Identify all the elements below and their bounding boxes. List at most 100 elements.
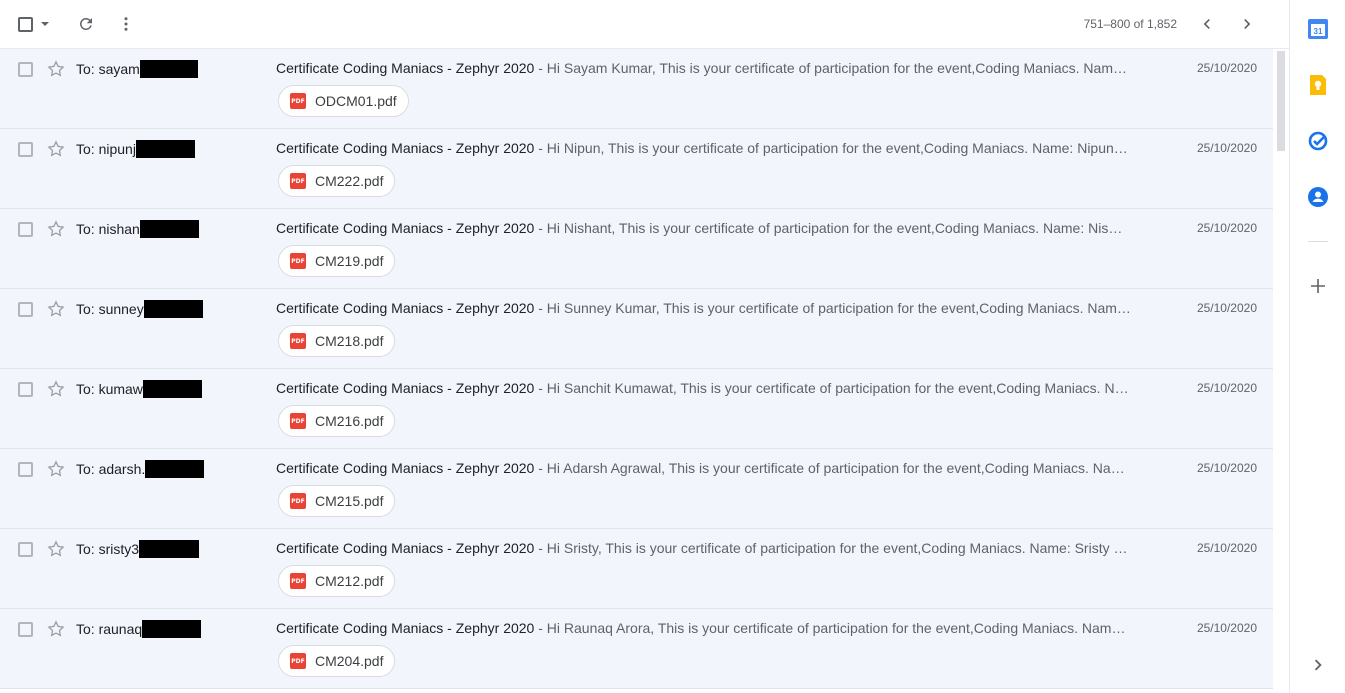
email-snippet: - Hi Sunney Kumar, This is your certific…: [534, 300, 1131, 316]
email-snippet: - Hi Adarsh Agrawal, This is your certif…: [534, 460, 1125, 476]
attachment-chip[interactable]: PDF ODCM01.pdf: [278, 85, 409, 117]
recipient: To: nishan: [76, 220, 199, 238]
subject-snippet: Certificate Coding Maniacs - Zephyr 2020…: [276, 140, 1152, 156]
recipient: To: kumaw: [76, 380, 202, 398]
row-checkbox[interactable]: [18, 222, 33, 237]
chevron-right-icon[interactable]: [1237, 14, 1257, 34]
email-row[interactable]: To: kumaw Certificate Coding Maniacs - Z…: [0, 369, 1273, 449]
row-checkbox[interactable]: [18, 542, 33, 557]
attachment-chip[interactable]: PDF CM204.pdf: [278, 645, 396, 677]
caret-down-icon[interactable]: [41, 22, 49, 26]
star-icon[interactable]: [46, 619, 66, 639]
star-icon[interactable]: [46, 139, 66, 159]
row-checkbox[interactable]: [18, 62, 33, 77]
email-row[interactable]: To: raunaq Certificate Coding Maniacs - …: [0, 609, 1273, 689]
attachment-chip[interactable]: PDF CM212.pdf: [278, 565, 396, 597]
subject-snippet: Certificate Coding Maniacs - Zephyr 2020…: [276, 220, 1152, 236]
pdf-icon: PDF: [290, 173, 306, 189]
attachment-chip[interactable]: PDF CM219.pdf: [278, 245, 396, 277]
email-snippet: - Hi Sayam Kumar, This is your certifica…: [534, 60, 1127, 76]
redaction-box: [139, 60, 198, 78]
more-vert-icon[interactable]: [116, 14, 136, 34]
email-list: To: sayam Certificate Coding Maniacs - Z…: [0, 49, 1273, 693]
attachment-name: CM219.pdf: [315, 253, 384, 269]
pdf-icon: PDF: [290, 413, 306, 429]
email-date: 25/10/2020: [1196, 381, 1257, 395]
add-icon[interactable]: [1307, 275, 1329, 297]
refresh-icon[interactable]: [76, 14, 96, 34]
scrollbar[interactable]: [1273, 49, 1289, 693]
scrollbar-thumb[interactable]: [1277, 51, 1285, 151]
star-icon[interactable]: [46, 459, 66, 479]
select-all-checkbox[interactable]: [18, 17, 33, 32]
recipient: To: sunney: [76, 300, 203, 318]
recipient: To: sayam: [76, 60, 198, 78]
pdf-icon: PDF: [290, 653, 306, 669]
email-subject: Certificate Coding Maniacs - Zephyr 2020: [276, 380, 535, 396]
email-subject: Certificate Coding Maniacs - Zephyr 2020: [276, 540, 535, 556]
email-subject: Certificate Coding Maniacs - Zephyr 2020: [276, 60, 535, 76]
email-snippet: - Hi Nipun, This is your certificate of …: [534, 140, 1128, 156]
email-date: 25/10/2020: [1196, 301, 1257, 315]
attachment-chip[interactable]: PDF CM218.pdf: [278, 325, 396, 357]
email-subject: Certificate Coding Maniacs - Zephyr 2020: [276, 140, 535, 156]
star-icon[interactable]: [46, 379, 66, 399]
subject-snippet: Certificate Coding Maniacs - Zephyr 2020…: [276, 540, 1152, 556]
pdf-icon: PDF: [290, 93, 306, 109]
row-checkbox[interactable]: [18, 302, 33, 317]
attachment-name: CM212.pdf: [315, 573, 384, 589]
recipient: To: raunaq: [76, 620, 202, 638]
email-row[interactable]: To: sunney Certificate Coding Maniacs - …: [0, 289, 1273, 369]
email-row[interactable]: To: sayam Certificate Coding Maniacs - Z…: [0, 49, 1273, 129]
redaction-box: [139, 220, 199, 238]
pdf-icon: PDF: [290, 333, 306, 349]
attachment-name: CM204.pdf: [315, 653, 384, 669]
star-icon[interactable]: [46, 539, 66, 559]
attachment-chip[interactable]: PDF CM215.pdf: [278, 485, 396, 517]
email-row[interactable]: To: nipunj Certificate Coding Maniacs - …: [0, 129, 1273, 209]
attachment-name: CM222.pdf: [315, 173, 384, 189]
redaction-box: [139, 540, 200, 558]
recipient: To: nipunj: [76, 140, 195, 158]
star-icon[interactable]: [46, 299, 66, 319]
attachment-chip[interactable]: PDF CM222.pdf: [278, 165, 396, 197]
email-date: 25/10/2020: [1196, 61, 1257, 75]
email-date: 25/10/2020: [1196, 541, 1257, 555]
row-checkbox[interactable]: [18, 382, 33, 397]
email-row[interactable]: To: adarsh. Certificate Coding Maniacs -…: [0, 449, 1273, 529]
tasks-icon[interactable]: [1307, 130, 1329, 152]
calendar-icon[interactable]: 31: [1307, 18, 1329, 40]
subject-snippet: Certificate Coding Maniacs - Zephyr 2020…: [276, 620, 1152, 636]
attachment-chip[interactable]: PDF CM216.pdf: [278, 405, 396, 437]
mail-toolbar: 751–800 of 1,852: [0, 0, 1289, 49]
redaction-box: [142, 380, 202, 398]
email-subject: Certificate Coding Maniacs - Zephyr 2020: [276, 300, 535, 316]
calendar-day: 31: [1314, 27, 1323, 36]
redaction-box: [135, 140, 195, 158]
row-checkbox[interactable]: [18, 622, 33, 637]
email-subject: Certificate Coding Maniacs - Zephyr 2020: [276, 220, 535, 236]
pdf-icon: PDF: [290, 493, 306, 509]
keep-icon[interactable]: [1307, 74, 1329, 96]
row-checkbox[interactable]: [18, 142, 33, 157]
subject-snippet: Certificate Coding Maniacs - Zephyr 2020…: [276, 300, 1152, 316]
pdf-icon: PDF: [290, 573, 306, 589]
contacts-icon[interactable]: [1307, 186, 1329, 208]
email-date: 25/10/2020: [1196, 141, 1257, 155]
email-row[interactable]: To: sristy3 Certificate Coding Maniacs -…: [0, 529, 1273, 609]
row-checkbox[interactable]: [18, 462, 33, 477]
recipient: To: adarsh.: [76, 460, 205, 478]
email-row[interactable]: To: nishan Certificate Coding Maniacs - …: [0, 209, 1273, 289]
subject-snippet: Certificate Coding Maniacs - Zephyr 2020…: [276, 60, 1152, 76]
email-date: 25/10/2020: [1196, 621, 1257, 635]
attachment-name: CM215.pdf: [315, 493, 384, 509]
star-icon[interactable]: [46, 219, 66, 239]
email-snippet: - Hi Sanchit Kumawat, This is your certi…: [534, 380, 1129, 396]
recipient: To: sristy3: [76, 540, 200, 558]
expand-icon[interactable]: [1307, 654, 1329, 676]
email-date: 25/10/2020: [1196, 221, 1257, 235]
pagination-count: 751–800 of 1,852: [1083, 17, 1177, 31]
star-icon[interactable]: [46, 59, 66, 79]
chevron-left-icon[interactable]: [1197, 14, 1217, 34]
email-snippet: - Hi Nishant, This is your certificate o…: [534, 220, 1123, 236]
